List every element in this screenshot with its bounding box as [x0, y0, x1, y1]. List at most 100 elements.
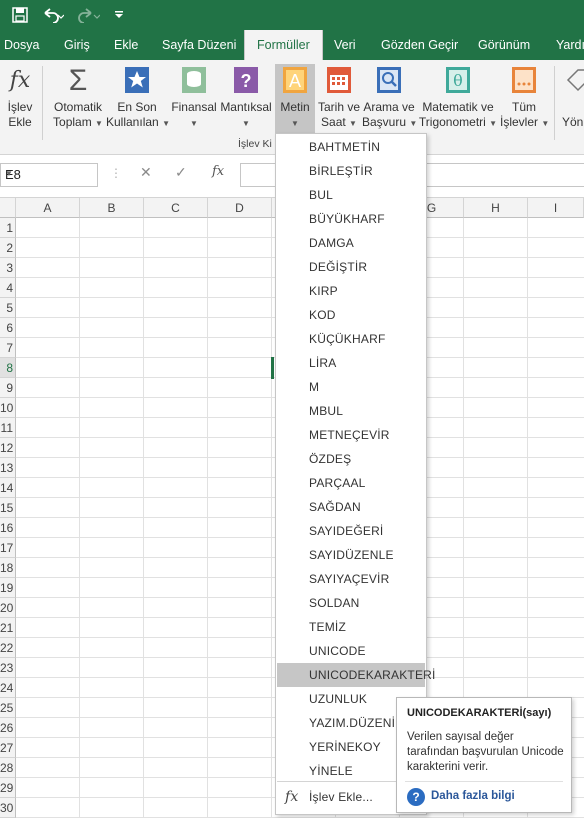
- row-header[interactable]: 30: [0, 798, 16, 818]
- row-header[interactable]: 4: [0, 278, 16, 298]
- menu-item[interactable]: KÜÇÜKHARF: [277, 327, 425, 351]
- menu-item[interactable]: DEĞİŞTİR: [277, 255, 425, 279]
- row-header[interactable]: 6: [0, 318, 16, 338]
- row-header[interactable]: 5: [0, 298, 16, 318]
- menu-item[interactable]: SAYIDÜZENLE: [277, 543, 425, 567]
- menu-item[interactable]: PARÇAAL: [277, 471, 425, 495]
- row-header[interactable]: 22: [0, 638, 16, 658]
- row-header[interactable]: 13: [0, 458, 16, 478]
- menu-item[interactable]: LİRA: [277, 351, 425, 375]
- fx-icon[interactable]: fx: [212, 164, 224, 179]
- row-header[interactable]: 7: [0, 338, 16, 358]
- insert-function-button[interactable]: fx İşlev Ekle: [2, 64, 38, 144]
- undo-icon[interactable]: [38, 0, 68, 30]
- row-header[interactable]: 18: [0, 558, 16, 578]
- tab-view[interactable]: Görünüm: [478, 30, 530, 60]
- row-header[interactable]: 14: [0, 478, 16, 498]
- fx-icon: fx: [9, 68, 31, 93]
- datetime-button[interactable]: Tarih ve Saat ▼: [316, 64, 362, 144]
- row-header[interactable]: 24: [0, 678, 16, 698]
- financial-button[interactable]: Finansal ▼: [170, 64, 218, 144]
- tab-formulas[interactable]: Formüller: [244, 30, 323, 60]
- menu-item[interactable]: KIRP: [277, 279, 425, 303]
- menu-item[interactable]: KOD: [277, 303, 425, 327]
- row-header[interactable]: 3: [0, 258, 16, 278]
- row-header[interactable]: 20: [0, 598, 16, 618]
- column-header[interactable]: A: [16, 198, 80, 218]
- menu-item[interactable]: UNICODE: [277, 639, 425, 663]
- row-header[interactable]: 19: [0, 578, 16, 598]
- autosum-button[interactable]: Σ Otomatik Toplam ▼: [50, 64, 106, 144]
- row-header[interactable]: 21: [0, 618, 16, 638]
- logical-button[interactable]: ? Mantıksal ▼: [218, 64, 274, 144]
- tag-icon: [562, 66, 584, 96]
- row-header[interactable]: 12: [0, 438, 16, 458]
- menu-item[interactable]: DAMGA: [277, 231, 425, 255]
- menu-item[interactable]: M: [277, 375, 425, 399]
- select-all-corner[interactable]: [0, 198, 16, 218]
- svg-text:θ: θ: [453, 71, 463, 90]
- tab-page-layout[interactable]: Sayfa Düzeni: [162, 30, 236, 60]
- tab-home[interactable]: Giriş: [64, 30, 90, 60]
- row-header[interactable]: 17: [0, 538, 16, 558]
- help-icon[interactable]: ?: [407, 788, 425, 806]
- enter-icon[interactable]: ✓: [175, 164, 187, 181]
- svg-text:?: ?: [241, 71, 252, 91]
- column-header[interactable]: I: [528, 198, 584, 218]
- tab-help[interactable]: Yardı: [556, 30, 584, 60]
- menu-item[interactable]: METNEÇEVİR: [277, 423, 425, 447]
- menu-item[interactable]: MBUL: [277, 399, 425, 423]
- row-header[interactable]: 26: [0, 718, 16, 738]
- text-functions-button[interactable]: A Metin ▼: [275, 64, 315, 144]
- cancel-icon[interactable]: ✕: [140, 164, 152, 181]
- math-trig-button[interactable]: θ Matematik ve Trigonometri ▼: [418, 64, 498, 144]
- menu-item[interactable]: BAHTMETİN: [277, 135, 425, 159]
- redo-icon[interactable]: [74, 0, 104, 30]
- row-header[interactable]: 1: [0, 218, 16, 238]
- menu-item[interactable]: ÖZDEŞ: [277, 447, 425, 471]
- column-header[interactable]: B: [80, 198, 144, 218]
- more-functions-button[interactable]: Tüm İşlevler ▼: [500, 64, 549, 144]
- chevron-down-icon: ▼: [190, 119, 198, 128]
- menu-item[interactable]: BÜYÜKHARF: [277, 207, 425, 231]
- recently-used-button[interactable]: En Son Kullanılan ▼: [106, 64, 170, 144]
- more-options-icon: ⋮: [110, 166, 122, 180]
- menu-item[interactable]: SAYIDEĞERİ: [277, 519, 425, 543]
- row-header[interactable]: 9: [0, 378, 16, 398]
- row-header[interactable]: 15: [0, 498, 16, 518]
- row-header[interactable]: 23: [0, 658, 16, 678]
- row-header[interactable]: 10: [0, 398, 16, 418]
- menu-item[interactable]: SAĞDAN: [277, 495, 425, 519]
- name-manager-button[interactable]: Yön: [562, 64, 584, 144]
- row-header[interactable]: 8: [0, 358, 16, 378]
- menu-item[interactable]: BUL: [277, 183, 425, 207]
- tab-data[interactable]: Veri: [334, 30, 356, 60]
- tab-insert[interactable]: Ekle: [114, 30, 138, 60]
- lookup-reference-button[interactable]: Arama ve Başvuru ▼: [362, 64, 417, 144]
- name-box[interactable]: E8 ▼: [0, 163, 98, 187]
- menu-item[interactable]: SAYIYAÇEVİR: [277, 567, 425, 591]
- magnifier-icon: [374, 66, 404, 96]
- menu-item[interactable]: BİRLEŞTİR: [277, 159, 425, 183]
- tab-file[interactable]: Dosya: [4, 30, 39, 60]
- save-icon[interactable]: [8, 0, 32, 30]
- row-header[interactable]: 29: [0, 778, 16, 798]
- menu-item[interactable]: TEMİZ: [277, 615, 425, 639]
- row-header[interactable]: 27: [0, 738, 16, 758]
- insert-function-label-2: Ekle: [8, 115, 32, 129]
- row-header[interactable]: 2: [0, 238, 16, 258]
- row-header[interactable]: 16: [0, 518, 16, 538]
- tab-review[interactable]: Gözden Geçir: [381, 30, 458, 60]
- row-header[interactable]: 11: [0, 418, 16, 438]
- menu-item[interactable]: SOLDAN: [277, 591, 425, 615]
- column-header[interactable]: H: [464, 198, 528, 218]
- column-header[interactable]: D: [208, 198, 272, 218]
- row-header[interactable]: 28: [0, 758, 16, 778]
- customize-icon[interactable]: [110, 0, 128, 30]
- more-info-link[interactable]: Daha fazla bilgi: [431, 790, 515, 802]
- datetime-label: Tarih ve: [317, 100, 361, 114]
- column-header[interactable]: C: [144, 198, 208, 218]
- menu-item[interactable]: UNICODEKARAKTERİ: [277, 663, 435, 687]
- star-icon: [122, 66, 152, 96]
- row-header[interactable]: 25: [0, 698, 16, 718]
